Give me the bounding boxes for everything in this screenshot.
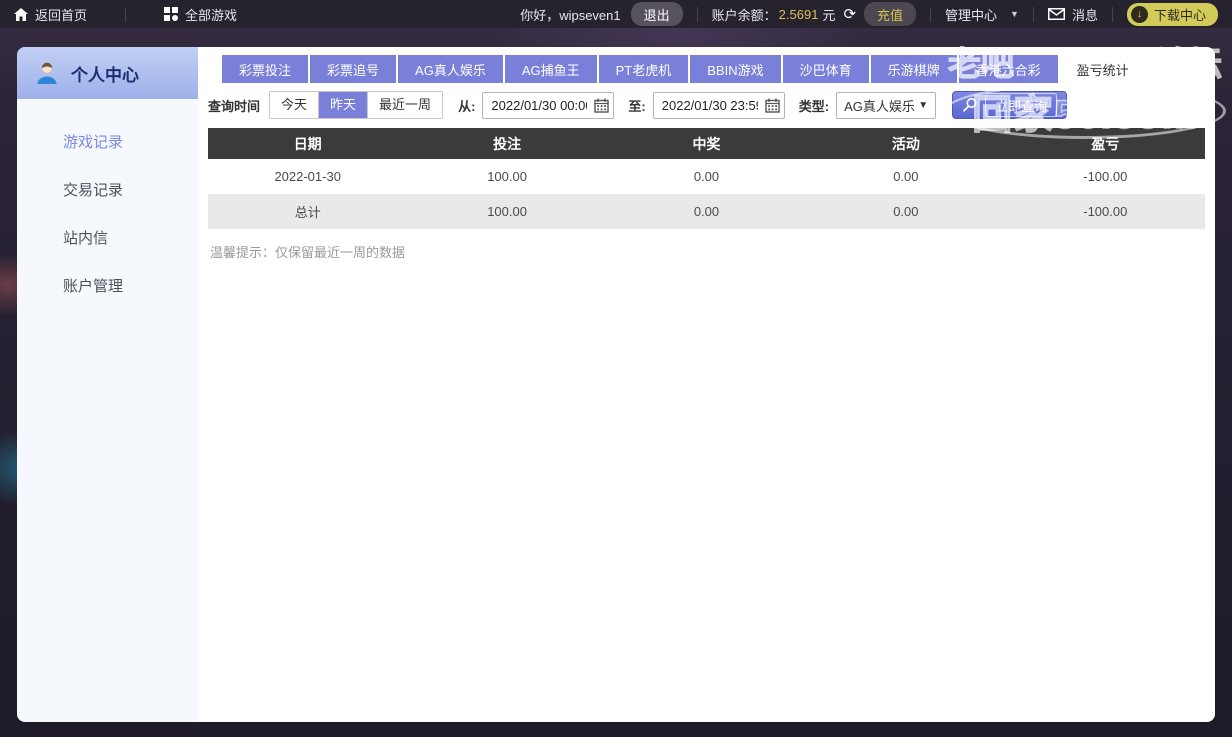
col-win: 中奖 — [606, 128, 807, 159]
yesterday-button[interactable]: 昨天 — [318, 92, 368, 118]
col-activity: 活动 — [806, 128, 1006, 159]
logout-button[interactable]: 退出 — [630, 2, 683, 26]
tab-profit-loss-stats[interactable]: 盈亏统计 — [1060, 55, 1146, 83]
balance-label: 账户余额： — [711, 7, 777, 23]
time-range-group: 今天 昨天 最近一周 — [269, 91, 444, 119]
all-games-label: 全部游戏 — [185, 7, 238, 23]
sidebar-header: 个人中心 — [17, 47, 198, 99]
content-panel: 个人中心 游戏记录 交易记录 站内信 账户管理 彩票投注 彩票追号 AG真人娱乐… — [17, 47, 1215, 722]
topbar-divider — [930, 6, 932, 22]
tab-lottery-bet[interactable]: 彩票投注 — [222, 55, 309, 83]
refresh-balance-icon[interactable]: ⟳ — [843, 5, 856, 23]
topbar-divider — [1111, 6, 1113, 22]
balance-value: 2.5691 — [778, 6, 819, 22]
retention-note: 温馨提示：仅保留最近一周的数据 — [210, 245, 406, 260]
from-label: 从: — [458, 98, 476, 114]
cell-date: 总计 — [208, 194, 408, 229]
col-bet: 投注 — [407, 128, 607, 159]
last-week-button[interactable]: 最近一周 — [367, 92, 443, 118]
query-time-label: 查询时间 — [208, 98, 261, 114]
chevron-down-icon: ▼ — [918, 99, 929, 111]
query-button[interactable]: 立即查询 — [952, 91, 1068, 119]
tab-ag-live[interactable]: AG真人娱乐 — [398, 55, 503, 83]
avatar — [34, 60, 60, 86]
from-date-field — [482, 91, 615, 119]
cell-activity: 0.00 — [806, 159, 1006, 194]
sidebar-item-transaction-records[interactable]: 交易记录 — [17, 165, 198, 213]
col-date: 日期 — [208, 128, 408, 159]
today-button[interactable]: 今天 — [270, 92, 319, 118]
home-icon — [14, 7, 28, 21]
cell-activity: 0.00 — [806, 194, 1006, 229]
grid-icon — [164, 7, 179, 21]
query-button-label: 立即查询 — [985, 93, 1058, 117]
cell-win: 0.00 — [606, 194, 807, 229]
table-header-row: 日期 投注 中奖 活动 盈亏 — [208, 128, 1205, 159]
download-icon: ↓ — [1130, 5, 1148, 23]
tab-bbin-games[interactable]: BBIN游戏 — [690, 55, 781, 83]
tab-pt-slots[interactable]: PT老虎机 — [598, 55, 689, 83]
admin-center-menu[interactable]: 管理中心 ▼ — [945, 5, 1019, 24]
table-row: 2022-01-30 100.00 0.00 0.00 -100.00 — [208, 159, 1205, 194]
table-total-row: 总计 100.00 0.00 0.00 -100.00 — [208, 194, 1205, 229]
download-center-button[interactable]: ↓ 下载中心 — [1126, 2, 1218, 26]
records-table: 日期 投注 中奖 活动 盈亏 2022-01-30 100.00 0.00 0.… — [208, 128, 1205, 229]
tab-hk-mark-six[interactable]: 香港六合彩 — [958, 55, 1058, 83]
sidebar-item-site-mail[interactable]: 站内信 — [17, 213, 198, 261]
download-center-label: 下载中心 — [1153, 7, 1206, 23]
to-date-field — [652, 91, 785, 119]
tab-saba-sports[interactable]: 沙巴体育 — [782, 55, 869, 83]
main-content: 彩票投注 彩票追号 AG真人娱乐 AG捕鱼王 PT老虎机 BBIN游戏 沙巴体育… — [198, 47, 1215, 722]
topbar: 返回首页 全部游戏 你好，wipseven1 退出 账户余额： 2.5691 元… — [0, 0, 1232, 28]
tab-lottery-chase[interactable]: 彩票追号 — [310, 55, 397, 83]
tab-leyou-chess[interactable]: 乐游棋牌 — [870, 55, 957, 83]
messages-label: 消息 — [1071, 7, 1098, 23]
sidebar-menu: 游戏记录 交易记录 站内信 账户管理 — [17, 99, 198, 309]
sidebar-item-game-records[interactable]: 游戏记录 — [17, 117, 198, 165]
home-label: 返回首页 — [35, 7, 88, 23]
to-label: 至: — [628, 98, 646, 114]
balance-unit: 元 — [822, 7, 836, 23]
sidebar: 个人中心 游戏记录 交易记录 站内信 账户管理 — [17, 47, 198, 722]
sidebar-item-account-management[interactable]: 账户管理 — [17, 261, 198, 309]
cell-bet: 100.00 — [407, 194, 607, 229]
home-link[interactable]: 返回首页 — [14, 5, 87, 24]
type-select[interactable]: AG真人娱乐 ▼ — [836, 91, 937, 119]
cell-profit-loss: -100.00 — [1005, 159, 1205, 194]
all-games-link[interactable]: 全部游戏 — [164, 5, 237, 24]
game-type-tabs: 彩票投注 彩票追号 AG真人娱乐 AG捕鱼王 PT老虎机 BBIN游戏 沙巴体育… — [222, 55, 1205, 83]
envelope-icon — [1047, 8, 1065, 20]
type-label: 类型: — [798, 98, 830, 114]
calendar-icon[interactable] — [765, 98, 780, 113]
chevron-down-icon: ▼ — [1010, 9, 1019, 19]
sidebar-title: 个人中心 — [71, 65, 139, 85]
recharge-button[interactable]: 充值 — [864, 2, 917, 26]
magnifier-icon — [962, 97, 978, 113]
topbar-divider — [125, 6, 127, 22]
topbar-divider — [696, 6, 698, 22]
cell-date: 2022-01-30 — [208, 159, 408, 194]
cell-profit-loss: -100.00 — [1005, 194, 1205, 229]
greeting-text: 你好，wipseven1 — [520, 7, 621, 23]
cell-win: 0.00 — [606, 159, 807, 194]
calendar-icon[interactable] — [594, 98, 610, 113]
messages-link[interactable]: 消息 — [1047, 5, 1098, 24]
tab-ag-fishing[interactable]: AG捕鱼王 — [504, 55, 597, 83]
topbar-divider — [1032, 6, 1034, 22]
query-filters: 查询时间 今天 昨天 最近一周 从: 至: 类型: — [208, 91, 1205, 119]
admin-center-label: 管理中心 — [945, 7, 998, 23]
type-select-value: AG真人娱乐 — [844, 98, 915, 114]
col-profit-loss: 盈亏 — [1005, 128, 1205, 159]
cell-bet: 100.00 — [407, 159, 607, 194]
